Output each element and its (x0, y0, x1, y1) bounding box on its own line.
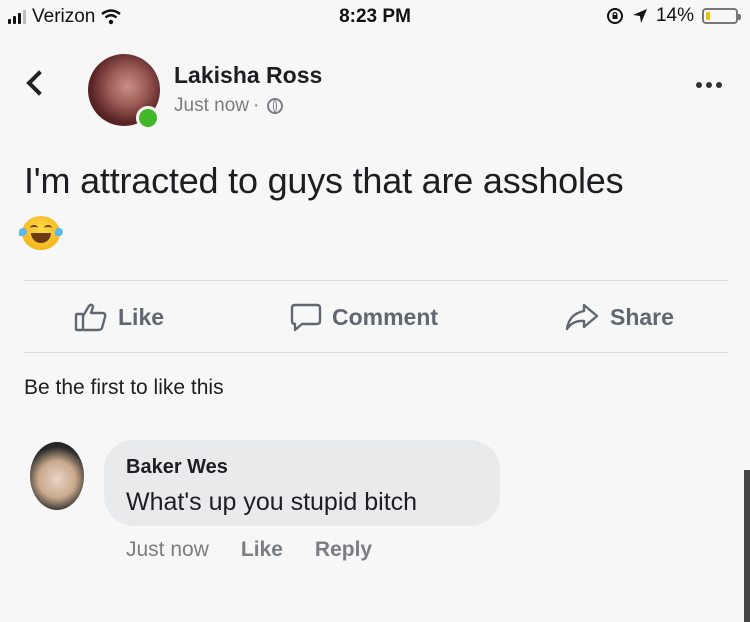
battery-fill (706, 12, 710, 20)
post-meta: Just now · (174, 95, 284, 117)
speech-bubble-icon (290, 303, 322, 332)
orientation-lock-icon (606, 8, 623, 24)
more-options-icon[interactable] (696, 82, 722, 88)
thumbs-up-icon (74, 303, 107, 332)
meta-separator: · (252, 95, 260, 116)
scroll-edge (744, 470, 750, 622)
divider-bottom (24, 352, 728, 353)
comment-text: What's up you stupid bitch (126, 488, 418, 516)
post-text: I'm attracted to guys that are assholes (24, 160, 624, 201)
online-status-dot (136, 106, 160, 130)
comment-like-link[interactable]: Like (241, 538, 283, 562)
comment-label: Comment (332, 303, 439, 330)
battery-icon (702, 8, 741, 24)
post-timestamp[interactable]: Just now (174, 95, 249, 117)
share-button[interactable]: Share (564, 302, 674, 332)
share-label: Share (610, 303, 674, 330)
comment-reply-link[interactable]: Reply (315, 538, 372, 562)
post-author-name[interactable]: Lakisha Ross (174, 62, 322, 89)
comment-timestamp: Just now (126, 538, 209, 561)
comment-meta: Just now Like Reply (126, 538, 372, 562)
commenter-avatar[interactable] (30, 442, 84, 510)
back-chevron-icon[interactable] (26, 70, 52, 96)
comment-author-name[interactable]: Baker Wes (126, 456, 228, 479)
battery-percent: 14% (655, 5, 694, 26)
divider-top (24, 280, 728, 281)
share-arrow-icon (565, 303, 599, 331)
like-button[interactable]: Like (74, 302, 164, 332)
face-with-tears-of-joy-icon (19, 216, 63, 250)
reaction-summary: Be the first to like this (24, 376, 224, 399)
comment-button[interactable]: Comment (290, 302, 438, 332)
like-label: Like (118, 303, 165, 330)
status-right: 14% (606, 5, 741, 27)
location-icon (632, 9, 647, 23)
globe-icon (267, 98, 284, 114)
status-bar: Verizon 8:23 PM 14% (0, 0, 750, 34)
